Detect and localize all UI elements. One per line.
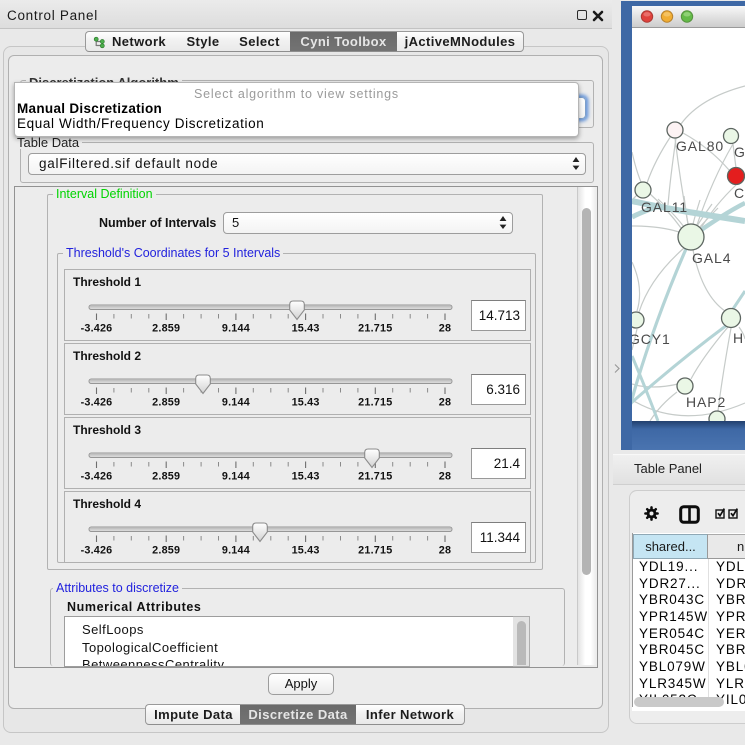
svg-text:GA: GA <box>734 144 745 160</box>
svg-text:C: C <box>734 185 745 201</box>
svg-text:GAL4: GAL4 <box>692 250 731 266</box>
svg-text:GCY1: GCY1 <box>632 331 671 347</box>
svg-text:HAP2: HAP2 <box>686 394 726 410</box>
svg-text:GAL11: GAL11 <box>641 199 688 215</box>
svg-text:GAL80: GAL80 <box>676 138 724 154</box>
svg-text:HI: HI <box>733 330 745 346</box>
